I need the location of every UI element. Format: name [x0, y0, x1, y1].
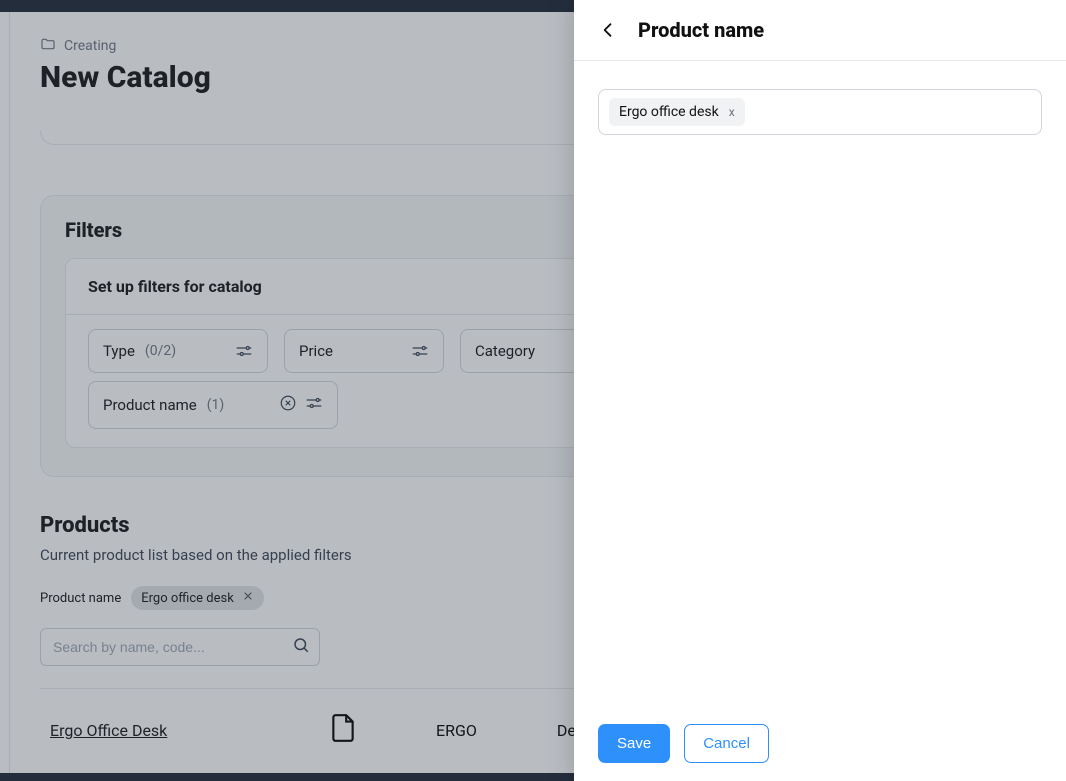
back-button[interactable] [598, 20, 618, 40]
token: Ergo office desk x [609, 98, 745, 126]
cancel-button[interactable]: Cancel [684, 724, 769, 763]
token-label: Ergo office desk [619, 104, 719, 120]
remove-token-icon[interactable]: x [729, 105, 735, 119]
drawer-body: Ergo office desk x [574, 61, 1066, 706]
drawer-header: Product name [574, 0, 1066, 61]
drawer-footer: Save Cancel [574, 706, 1066, 781]
token-input[interactable]: Ergo office desk x [598, 89, 1042, 135]
filter-drawer: Product name Ergo office desk x Save Can… [574, 0, 1066, 781]
drawer-title: Product name [638, 18, 764, 42]
save-button[interactable]: Save [598, 724, 670, 763]
